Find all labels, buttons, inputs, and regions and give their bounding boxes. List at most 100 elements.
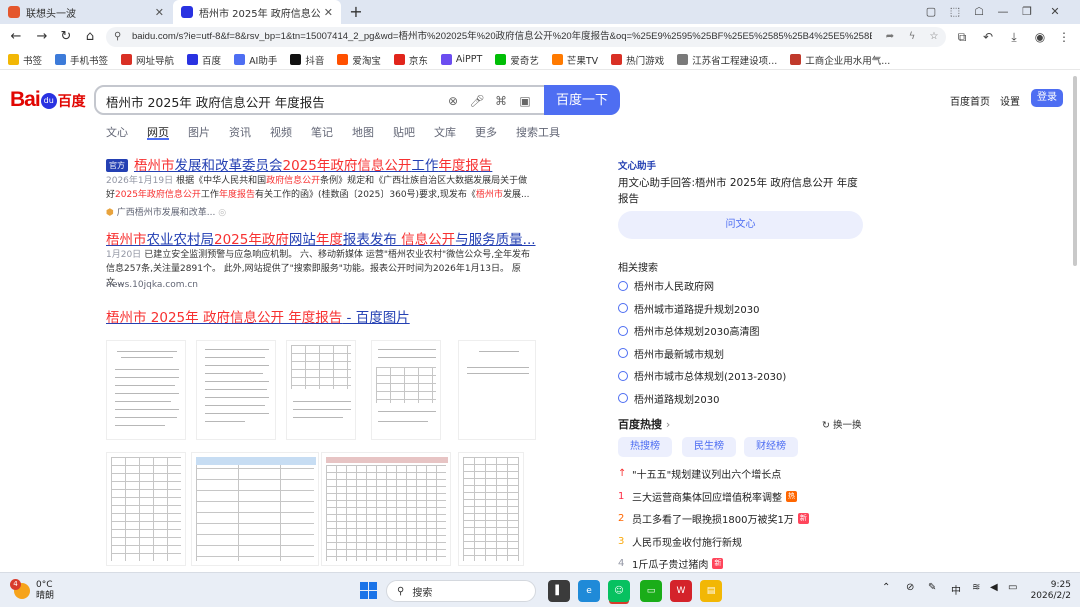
back-icon[interactable]: ← bbox=[6, 27, 26, 47]
tray-pen-icon[interactable]: ✎ bbox=[928, 582, 936, 593]
result-title-3[interactable]: 梧州市 2025年 政府信息公开 年度报告 - 百度图片 bbox=[106, 306, 410, 326]
page-scrollbar[interactable] bbox=[1071, 72, 1079, 572]
search-tab[interactable]: 地图 bbox=[352, 124, 374, 140]
image-thumbnail[interactable] bbox=[106, 340, 186, 440]
image-thumbnail[interactable] bbox=[106, 452, 186, 566]
image-thumbnail[interactable] bbox=[286, 340, 356, 440]
extensions-icon[interactable]: ⧉ bbox=[952, 27, 972, 47]
search-tab[interactable]: 视频 bbox=[270, 124, 292, 140]
result-source-1[interactable]: ⬢ 广西梧州市发展和改革... ◎ bbox=[106, 205, 226, 218]
ime-indicator[interactable]: 中 bbox=[951, 582, 961, 597]
bookmark-item[interactable]: 抖音 bbox=[290, 53, 324, 67]
search-tab[interactable]: 网页 bbox=[147, 124, 169, 140]
ask-ai-button[interactable]: 问文心 bbox=[618, 211, 863, 239]
tab-close-icon[interactable]: ✕ bbox=[155, 6, 164, 19]
file-manager-icon[interactable]: ▌ bbox=[548, 580, 570, 602]
hot-tab-trending[interactable]: 热搜榜 bbox=[618, 437, 672, 457]
image-thumbnail[interactable] bbox=[321, 452, 451, 566]
address-bar[interactable]: ⚲ baidu.com/s?ie=utf-8&f=8&rsv_bp=1&tn=1… bbox=[106, 27, 946, 47]
home-icon[interactable]: ⌂ bbox=[80, 27, 100, 47]
bookmark-item[interactable]: 热门游戏 bbox=[611, 53, 664, 67]
reload-icon[interactable]: ↻ bbox=[56, 27, 76, 47]
taskbar-search[interactable]: ⚲ 搜索 bbox=[386, 580, 536, 602]
extension-icon[interactable]: ⬚ bbox=[944, 0, 966, 24]
related-search-item[interactable]: 梧州市总体规划2030高清图 bbox=[618, 323, 759, 338]
search-tab[interactable]: 图片 bbox=[188, 124, 210, 140]
restore-icon[interactable]: ❐ bbox=[1016, 0, 1038, 24]
new-tab-button[interactable]: + bbox=[346, 2, 366, 22]
hot-tab-livelihood[interactable]: 民生榜 bbox=[682, 437, 736, 457]
hot-search-item[interactable]: 4 1斤瓜子贵过猪肉新 bbox=[618, 556, 724, 571]
related-search-item[interactable]: 梧州市人民政府网 bbox=[618, 278, 714, 293]
image-thumbnail[interactable] bbox=[458, 340, 536, 440]
search-tab[interactable]: 贴吧 bbox=[393, 124, 415, 140]
menu-icon[interactable]: ⋮ bbox=[1054, 27, 1074, 47]
image-thumbnail[interactable] bbox=[458, 452, 524, 566]
site-info-icon[interactable]: ⚲ bbox=[114, 30, 128, 44]
hot-search-item[interactable]: 2 员工多看了一眼挽损1800万被奖1万新 bbox=[618, 511, 809, 526]
search-tab[interactable]: 文心 bbox=[106, 124, 128, 140]
ai-assistant-text[interactable]: 用文心助手回答:梧州市 2025年 政府信息公开 年度报告 bbox=[618, 175, 863, 207]
clear-icon[interactable]: ⊗ bbox=[444, 92, 462, 110]
weather-widget[interactable]: 4 0°C 晴朗 bbox=[10, 579, 54, 602]
chat-app-icon[interactable]: ▭ bbox=[640, 580, 662, 602]
related-search-item[interactable]: 梧州道路规划2030 bbox=[618, 391, 719, 406]
bookmark-item[interactable]: 书签 bbox=[8, 53, 42, 67]
tray-expand-icon[interactable]: ⌃ bbox=[882, 582, 890, 593]
profile-icon[interactable]: ◉ bbox=[1030, 27, 1050, 47]
bookmark-item[interactable]: 工商企业用水用气... bbox=[790, 53, 890, 67]
more-icon[interactable]: ◎ bbox=[218, 208, 226, 218]
image-thumbnail[interactable] bbox=[371, 340, 441, 440]
search-tab[interactable]: 搜索工具 bbox=[516, 124, 560, 140]
wechat-icon[interactable]: ☺ bbox=[608, 580, 630, 602]
hot-search-item[interactable]: 3 人民币现金收付施行新规 bbox=[618, 534, 742, 549]
image-search-icon[interactable]: ▣ bbox=[516, 92, 534, 110]
hot-tab-finance[interactable]: 财经榜 bbox=[744, 437, 798, 457]
download-icon[interactable]: ⤓ bbox=[1004, 27, 1024, 47]
bookmark-item[interactable]: 江苏省工程建设项... bbox=[677, 53, 777, 67]
image-thumbnail[interactable] bbox=[191, 452, 319, 566]
result-title-2[interactable]: 梧州市农业农村局2025年政府网站年度报表发布 信息公开与服务质量... bbox=[106, 228, 536, 248]
search-tab[interactable]: 资讯 bbox=[229, 124, 251, 140]
hot-search-item[interactable]: ↑ "十五五"规划建议列出六个增长点 bbox=[618, 466, 781, 481]
browser-tab-inactive[interactable]: 联想头一波 ✕ bbox=[0, 0, 172, 24]
search-tab[interactable]: 文库 bbox=[434, 124, 456, 140]
wifi-icon[interactable]: ≋ bbox=[972, 582, 980, 593]
image-thumbnail[interactable] bbox=[196, 340, 276, 440]
settings-link[interactable]: 设置 bbox=[1000, 93, 1020, 108]
bookmark-item[interactable]: 网址导航 bbox=[121, 53, 174, 67]
bookmark-item[interactable]: 手机书签 bbox=[55, 53, 108, 67]
bookmark-star-icon[interactable]: ☆ bbox=[926, 29, 942, 45]
browser-tab-active[interactable]: 梧州市 2025年 政府信息公开 年度 ✕ bbox=[173, 0, 341, 24]
share-icon[interactable]: ➦ bbox=[882, 29, 898, 45]
baidu-home-link[interactable]: 百度首页 bbox=[950, 93, 990, 108]
tray-app-icon[interactable]: ⊘ bbox=[906, 582, 914, 593]
related-search-item[interactable]: 梧州市城市总体规划(2013-2030) bbox=[618, 368, 786, 383]
bookmark-item[interactable]: AiPPT bbox=[440, 54, 482, 65]
undo-icon[interactable]: ↶ bbox=[978, 27, 998, 47]
volume-icon[interactable]: ◀ bbox=[990, 582, 998, 593]
workspace-icon[interactable]: ▢ bbox=[920, 0, 942, 24]
wps-icon[interactable]: W bbox=[670, 580, 692, 602]
related-search-item[interactable]: 梧州城市道路提升规划2030 bbox=[618, 301, 759, 316]
bookmark-item[interactable]: 百度 bbox=[187, 53, 221, 67]
bookmark-item[interactable]: 爱奇艺 bbox=[495, 53, 539, 67]
scrollbar-thumb[interactable] bbox=[1073, 76, 1077, 266]
minimize-icon[interactable]: — bbox=[992, 0, 1014, 24]
related-search-item[interactable]: 梧州市最新城市规划 bbox=[618, 346, 724, 361]
app-icon[interactable]: ☖ bbox=[968, 0, 990, 24]
forward-icon[interactable]: → bbox=[32, 27, 52, 47]
folder-icon[interactable]: ▤ bbox=[700, 580, 722, 602]
hot-search-item[interactable]: 1 三大运营商集体回应增值税率调整热 bbox=[618, 489, 797, 504]
bookmark-item[interactable]: 芒果TV bbox=[551, 53, 598, 67]
lightning-icon[interactable]: ϟ bbox=[904, 29, 920, 45]
close-window-icon[interactable]: ✕ bbox=[1044, 0, 1066, 24]
search-button[interactable]: 百度一下 bbox=[544, 85, 620, 115]
login-button[interactable]: 登录 bbox=[1031, 89, 1063, 107]
tab-close-icon[interactable]: ✕ bbox=[324, 6, 333, 19]
bookmark-item[interactable]: 爱淘宝 bbox=[337, 53, 381, 67]
bookmark-item[interactable]: 京东 bbox=[393, 53, 428, 67]
voice-search-icon[interactable]: 🎤︎ bbox=[468, 92, 486, 110]
refresh-button[interactable]: ↻ 换一换 bbox=[822, 417, 862, 431]
bookmark-item[interactable]: AI助手 bbox=[234, 53, 277, 67]
